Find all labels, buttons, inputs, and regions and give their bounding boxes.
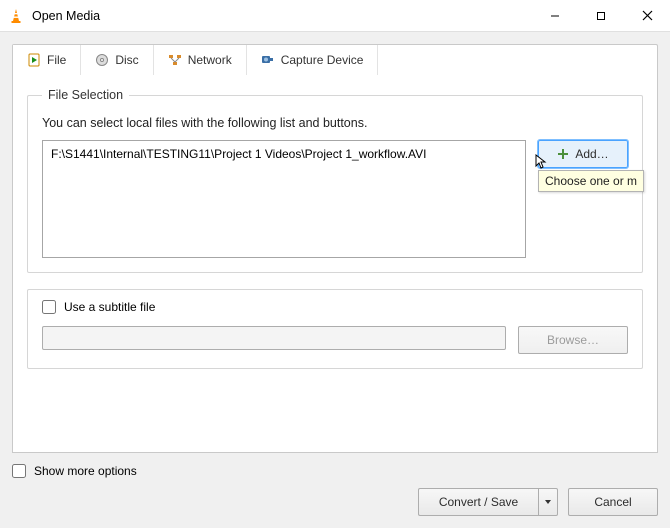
window-title: Open Media (32, 9, 532, 23)
tab-bar: File Disc Network Capture Device (12, 44, 658, 74)
plus-icon (557, 148, 569, 160)
minimize-button[interactable] (532, 0, 578, 32)
disc-icon (95, 53, 109, 67)
subtitle-browse-button: Browse… (518, 326, 628, 354)
show-more-label: Show more options (34, 464, 137, 478)
subtitle-group: Use a subtitle file Browse… (27, 289, 643, 369)
tab-page-file: File Selection You can select local file… (12, 73, 658, 453)
tab-file[interactable]: File (13, 45, 81, 75)
capture-device-icon (261, 53, 275, 67)
add-button-tooltip: Choose one or m (538, 170, 644, 192)
convert-save-split-button[interactable]: Convert / Save (418, 488, 558, 516)
chevron-down-icon (544, 495, 552, 509)
file-selection-legend: File Selection (42, 88, 129, 102)
cancel-label: Cancel (594, 495, 631, 509)
file-list[interactable]: F:\S1441\Internal\TESTING11\Project 1 Vi… (42, 140, 526, 258)
file-list-item[interactable]: F:\S1441\Internal\TESTING11\Project 1 Vi… (51, 147, 517, 161)
tab-capture-label: Capture Device (281, 53, 364, 67)
subtitle-path-field (42, 326, 506, 350)
tab-network[interactable]: Network (154, 45, 247, 75)
add-button-label: Add… (575, 147, 608, 161)
show-more-checkbox[interactable] (12, 464, 26, 478)
vlc-cone-icon (8, 8, 24, 24)
tab-capture[interactable]: Capture Device (247, 45, 379, 75)
close-button[interactable] (624, 0, 670, 32)
file-play-icon (27, 53, 41, 67)
add-button[interactable]: Add… (538, 140, 628, 168)
title-bar: Open Media (0, 0, 670, 32)
file-selection-help: You can select local files with the foll… (42, 116, 628, 130)
subtitle-browse-label: Browse… (547, 333, 599, 347)
tab-network-label: Network (188, 53, 232, 67)
cancel-button[interactable]: Cancel (568, 488, 658, 516)
bottom-bar: Show more options Convert / Save Cancel (12, 464, 658, 516)
network-icon (168, 53, 182, 67)
tab-disc-label: Disc (115, 53, 138, 67)
maximize-button[interactable] (578, 0, 624, 32)
window-buttons (532, 0, 670, 32)
file-selection-group: File Selection You can select local file… (27, 88, 643, 273)
tab-disc[interactable]: Disc (81, 45, 153, 75)
convert-save-button[interactable]: Convert / Save (418, 488, 538, 516)
subtitle-checkbox[interactable] (42, 300, 56, 314)
tab-file-label: File (47, 53, 66, 67)
convert-save-label: Convert / Save (439, 495, 518, 509)
subtitle-checkbox-label: Use a subtitle file (64, 300, 155, 314)
convert-save-dropdown-button[interactable] (538, 488, 558, 516)
